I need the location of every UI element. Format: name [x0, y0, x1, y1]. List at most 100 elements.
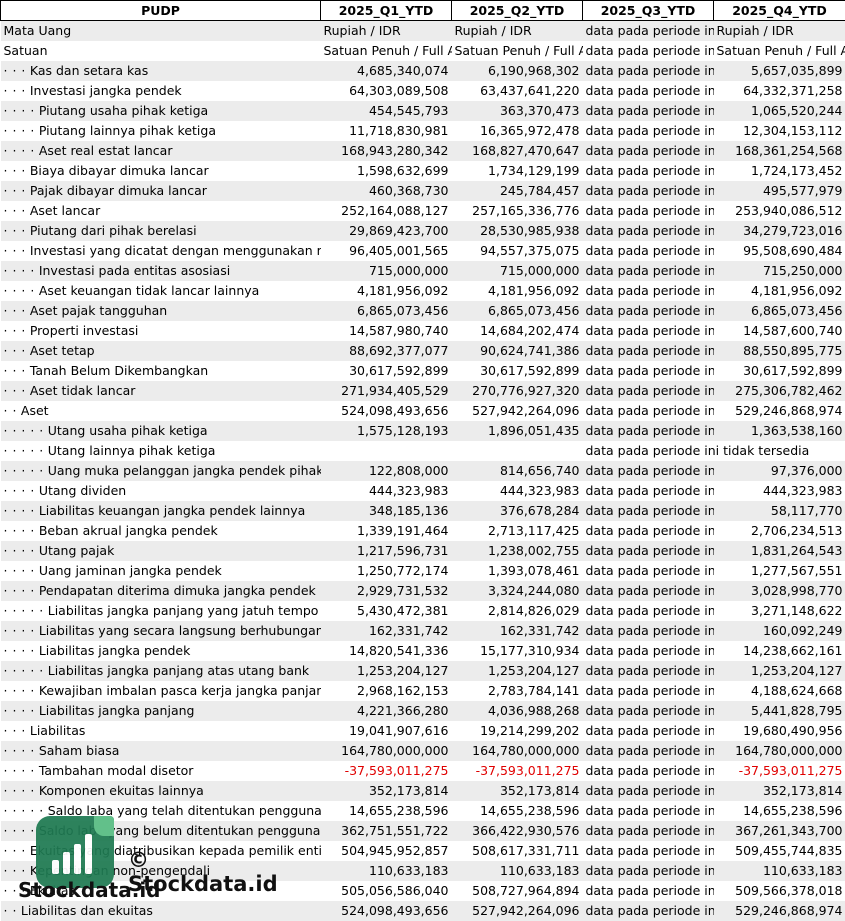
- value-cell: 3,028,998,770: [713, 581, 845, 601]
- table-row: · · · · · Uang muka pelanggan jangka pen…: [0, 461, 845, 481]
- value-cell: 1,896,051,435: [451, 421, 583, 441]
- indent-dots: · · · · ·: [3, 663, 44, 678]
- value-cell: data pada periode in: [585, 203, 714, 218]
- indent-dots: · · ·: [3, 163, 26, 178]
- value-cell: data pada periode in: [582, 101, 714, 121]
- value-cell: data pada periode in: [585, 883, 714, 898]
- value-cell: Satuan Penuh / Full Amount: [716, 43, 845, 58]
- value-cell: 1,277,567,551: [751, 563, 843, 578]
- value-cell: 1,253,204,127: [320, 661, 452, 681]
- value-cell: 168,361,254,568: [713, 141, 845, 161]
- value-cell: data pada periode in: [585, 763, 714, 778]
- value-cell: data pada periode in: [582, 421, 714, 441]
- row-label-cell: · · · Aset lancar: [1, 201, 321, 221]
- value-cell: 715,000,000: [451, 261, 583, 281]
- indent-dots: · · · ·: [3, 283, 35, 298]
- table-row: · · · Investasi jangka pendek 64,303,089,…: [1, 81, 845, 101]
- row-label-cell: Mata Uang: [0, 20, 321, 41]
- table-row: · · Aset 524,098,493,656 527,942,264,096 da…: [1, 401, 845, 421]
- value-cell: 376,678,284: [451, 501, 583, 521]
- value-cell: 527,942,264,096: [451, 901, 583, 921]
- value-cell: 30,617,592,899: [349, 363, 449, 378]
- table-row: · · · Aset lancar 252,164,088,127 257,165,…: [1, 201, 845, 221]
- value-cell: 14,587,600,740: [743, 323, 843, 338]
- table-row: · · · Liabilitas 19,041,907,616 19,214,299…: [1, 721, 845, 741]
- row-label-cell: · · · · Pendapatan diterima dimuka jangk…: [0, 581, 321, 601]
- value-cell: 19,680,490,956: [743, 723, 843, 738]
- period-header: 2025_Q3_YTD: [582, 0, 714, 21]
- value-cell: data pada periode in: [585, 403, 714, 418]
- row-label-cell: · · · Biaya dibayar dimuka lancar: [1, 161, 321, 181]
- value-cell: 352,173,814: [713, 781, 845, 801]
- value-cell: 122,808,000: [320, 461, 452, 481]
- value-cell: 5,657,035,899: [713, 61, 845, 81]
- value-cell: data pada periode in: [582, 261, 714, 281]
- row-label: Aset tidak lancar: [29, 383, 136, 398]
- value-cell: 495,577,979: [713, 181, 845, 201]
- value-cell: [452, 441, 583, 461]
- value-cell: data pada periode in: [582, 61, 714, 81]
- value-cell: 2,713,117,425: [488, 523, 580, 538]
- table-row: · · · · · Saldo laba yang telah ditentuk…: [1, 801, 845, 821]
- row-label-cell: · · · · Aset keuangan tidak lancar lainn…: [1, 281, 321, 301]
- value-cell: 1,575,128,193: [320, 421, 452, 441]
- value-cell: 97,376,000: [713, 461, 845, 481]
- value-cell: 63,437,641,220: [480, 83, 580, 98]
- value-cell: 505,056,586,040: [341, 883, 449, 898]
- indent-dots: · · · ·: [3, 143, 35, 158]
- row-label-cell: · · · · Komponen ekuitas lainnya: [0, 781, 321, 801]
- row-label-cell: · · · · Saham biasa: [0, 741, 321, 761]
- value-cell: 454,545,793: [320, 101, 452, 121]
- row-label: Aset pajak tangguhan: [29, 303, 168, 318]
- value-cell: 2,706,234,513: [751, 523, 843, 538]
- value-cell: 168,827,470,647: [451, 141, 583, 161]
- value-cell: 814,656,740: [451, 461, 583, 481]
- row-label: Investasi pada entitas asosiasi: [38, 263, 231, 278]
- value-cell: 3,271,148,622: [751, 603, 843, 618]
- indent-dots: · · ·: [3, 83, 26, 98]
- indent-dots: · · · ·: [3, 823, 35, 838]
- value-cell: 64,303,089,508: [349, 83, 449, 98]
- row-label: Liabilitas jangka pendek: [38, 643, 191, 658]
- value-cell: 4,188,624,668: [751, 683, 843, 698]
- row-label-cell: · · · · Saldo laba yang belum ditentukan…: [0, 821, 321, 841]
- value-cell: 14,238,662,161: [743, 643, 843, 658]
- table-row: · · · · Piutang lainnya pihak ketiga 11,7…: [1, 121, 845, 141]
- value-cell: 1,598,632,699: [357, 163, 449, 178]
- table-row: · · · · Kewajiban imbalan pasca kerja ja…: [1, 681, 845, 701]
- row-label: Liabilitas jangka panjang: [38, 703, 195, 718]
- row-label: Aset real estat lancar: [38, 143, 173, 158]
- value-cell: 715,250,000: [713, 261, 845, 281]
- row-label-cell: · · · Kas dan setara kas: [0, 61, 321, 81]
- indent-dots: · · · · ·: [3, 463, 44, 478]
- table-row: · · · Pajak dibayar dimuka lancar 460,368…: [0, 181, 845, 201]
- value-cell: 110,633,183: [451, 861, 583, 881]
- value-cell: 95,508,690,484: [743, 243, 843, 258]
- row-label: Liabilitas keuangan jangka pendek lainny…: [38, 503, 306, 518]
- indent-dots: · · · ·: [3, 503, 35, 518]
- row-label-cell: · · · · Utang dividen: [1, 481, 321, 501]
- value-cell: 164,780,000,000: [320, 741, 452, 761]
- indent-dots: · · ·: [3, 883, 26, 898]
- value-cell: 162,331,742: [451, 621, 583, 641]
- row-label-cell: · · · · · Utang usaha pihak ketiga: [0, 421, 321, 441]
- row-label: Liabilitas jangka panjang atas utang ban…: [47, 663, 310, 678]
- unavailable-note: data pada periode ini tidak tersedia: [585, 443, 810, 458]
- value-cell: 527,942,264,096: [472, 403, 580, 418]
- value-cell: data pada periode in: [582, 861, 714, 881]
- table-row: · · · · Liabilitas keuangan jangka pende…: [0, 501, 845, 521]
- indent-dots: · · · ·: [3, 483, 35, 498]
- row-label-cell: · · · Aset pajak tangguhan: [0, 301, 321, 321]
- table-row: · · · Tanah Belum Dikembangkan 30,617,592…: [1, 361, 845, 381]
- value-cell: 28,530,985,938: [451, 221, 583, 241]
- value-cell: 4,181,956,092: [357, 283, 449, 298]
- indent-dots: · · · ·: [3, 543, 35, 558]
- table-row: · · · · Utang pajak 1,217,596,731 1,238,00…: [0, 541, 845, 561]
- indent-dots: · ·: [3, 903, 17, 918]
- value-cell: 366,422,930,576: [451, 821, 583, 841]
- value-cell: -37,593,011,275: [344, 763, 449, 778]
- row-label-cell: · · · · · Utang lainnya pihak ketiga: [1, 441, 321, 461]
- value-cell: data pada periode in: [582, 581, 714, 601]
- table-row: Mata Uang Rupiah / IDR Rupiah / IDR data pa…: [0, 20, 845, 41]
- value-cell: 162,331,742: [320, 621, 452, 641]
